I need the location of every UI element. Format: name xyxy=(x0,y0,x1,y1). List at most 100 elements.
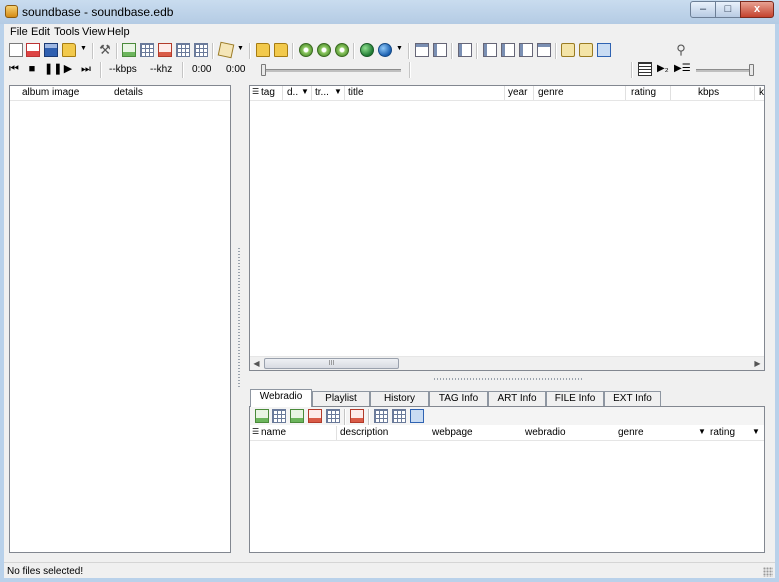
next-icon[interactable]: ⏭ xyxy=(80,62,92,76)
column-khz[interactable]: k xyxy=(759,87,764,98)
open-folder-icon[interactable] xyxy=(274,43,288,57)
column-genre[interactable]: genre xyxy=(618,427,644,438)
key-icon[interactable] xyxy=(561,43,575,57)
panel-icon[interactable] xyxy=(537,43,551,57)
view-toggle-icon[interactable] xyxy=(597,43,611,57)
scroll-left-icon[interactable]: ◀ xyxy=(250,357,263,370)
menu-view[interactable]: View xyxy=(82,26,106,38)
scroll-right-icon[interactable]: ▶ xyxy=(751,357,764,370)
station-play-icon[interactable] xyxy=(410,409,424,423)
folder-icon[interactable] xyxy=(256,43,270,57)
chevron-down-icon[interactable]: ▼ xyxy=(237,45,244,52)
column-rating[interactable]: rating xyxy=(631,87,656,98)
remove-icon[interactable] xyxy=(158,43,172,57)
columns-menu-icon[interactable]: ☰ xyxy=(252,427,259,436)
menu-tools[interactable]: Tools xyxy=(54,26,80,38)
cd-edit-icon[interactable] xyxy=(335,43,349,57)
play-next-icon[interactable]: ▶₂ xyxy=(657,62,671,76)
menu-file[interactable]: File xyxy=(10,26,28,38)
columns-menu-icon[interactable]: ☰ xyxy=(252,87,259,96)
playlist-icon[interactable] xyxy=(638,62,652,76)
panel-icon[interactable] xyxy=(519,43,533,57)
sort-down-icon: ▼ xyxy=(334,87,342,96)
key-edit-icon[interactable] xyxy=(579,43,593,57)
save-icon[interactable] xyxy=(44,43,58,57)
vertical-splitter[interactable] xyxy=(238,248,240,388)
tab-file-info[interactable]: FILE Info xyxy=(546,391,604,406)
grid-edit-icon[interactable] xyxy=(194,43,208,57)
new-database-icon[interactable] xyxy=(9,43,23,57)
pause-icon[interactable]: ❚❚ xyxy=(44,62,62,76)
remove-station-icon[interactable] xyxy=(308,409,322,423)
maximize-button[interactable]: □ xyxy=(715,1,741,18)
station-details-icon[interactable] xyxy=(392,409,406,423)
chevron-down-icon[interactable]: ▼ xyxy=(80,45,87,52)
column-album-image[interactable]: album image xyxy=(22,87,79,98)
open-folder-icon[interactable] xyxy=(62,43,76,57)
close-button[interactable]: x xyxy=(740,1,774,18)
layout-columns-icon[interactable] xyxy=(433,43,447,57)
tab-tag-info[interactable]: TAG Info xyxy=(429,391,488,406)
column-tag[interactable]: tag xyxy=(261,87,275,98)
panel-icon[interactable] xyxy=(501,43,515,57)
column-year[interactable]: year xyxy=(508,87,527,98)
column-disc[interactable]: d.. xyxy=(287,87,298,98)
chevron-down-icon[interactable]: ▼ xyxy=(396,45,403,52)
cd-icon[interactable] xyxy=(299,43,313,57)
panel-icon[interactable] xyxy=(483,43,497,57)
panel-left-icon[interactable] xyxy=(458,43,472,57)
column-track[interactable]: tr... xyxy=(315,87,329,98)
edit-station-icon[interactable] xyxy=(272,409,286,423)
tools-icon[interactable]: ⚒ xyxy=(98,43,112,57)
grid-icon[interactable] xyxy=(176,43,190,57)
tab-ext-info[interactable]: EXT Info xyxy=(604,391,661,406)
horizontal-scrollbar[interactable]: ◀ III ▶ xyxy=(250,356,764,370)
tab-art-info[interactable]: ART Info xyxy=(488,391,546,406)
delete-station-icon[interactable] xyxy=(350,409,364,423)
globe-icon[interactable] xyxy=(360,43,374,57)
menu-edit[interactable]: Edit xyxy=(31,26,50,38)
grid-icon[interactable] xyxy=(326,409,340,423)
import-station-icon[interactable] xyxy=(290,409,304,423)
seek-slider-thumb[interactable] xyxy=(261,64,266,76)
minimize-button[interactable]: – xyxy=(690,1,716,18)
column-kbps[interactable]: kbps xyxy=(698,87,719,98)
column-webpage[interactable]: webpage xyxy=(432,427,473,438)
add-station-icon[interactable] xyxy=(255,409,269,423)
column-details[interactable]: details xyxy=(114,87,143,98)
scrollbar-thumb[interactable]: III xyxy=(264,358,399,369)
resize-grip[interactable] xyxy=(763,567,773,577)
column-rating[interactable]: rating xyxy=(710,427,735,438)
tab-playlist[interactable]: Playlist xyxy=(312,391,370,406)
menu-help[interactable]: Help xyxy=(107,26,130,38)
column-name[interactable]: name xyxy=(261,427,286,438)
stop-icon[interactable]: ■ xyxy=(26,62,38,76)
export-icon[interactable] xyxy=(140,43,154,57)
play-icon[interactable]: ▶ xyxy=(62,62,74,76)
web-icon[interactable] xyxy=(378,43,392,57)
seek-slider[interactable] xyxy=(261,69,401,72)
options-icon[interactable]: ▶☰ xyxy=(674,62,691,76)
new-red-icon[interactable] xyxy=(26,43,40,57)
tab-webradio[interactable]: Webradio xyxy=(250,389,312,407)
tab-history[interactable]: History xyxy=(370,391,429,406)
layout-icon[interactable] xyxy=(415,43,429,57)
column-webradio[interactable]: webradio xyxy=(525,427,566,438)
station-list-icon[interactable] xyxy=(374,409,388,423)
column-genre[interactable]: genre xyxy=(538,87,564,98)
previous-icon[interactable]: ⏮ xyxy=(8,62,20,76)
volume-slider[interactable] xyxy=(696,69,754,72)
edit-tag-icon[interactable] xyxy=(217,41,235,59)
column-title[interactable]: title xyxy=(348,87,364,98)
toolbar-separator xyxy=(408,43,410,59)
search-icon[interactable]: ⚲ xyxy=(674,43,688,57)
main-toolbar: ▼ ⚒ ▼ ▼ ⚲ xyxy=(4,41,775,61)
column-divider xyxy=(533,86,534,100)
add-files-icon[interactable] xyxy=(122,43,136,57)
cd-add-icon[interactable] xyxy=(317,43,331,57)
title-bar[interactable]: soundbase - soundbase.edb – □ x xyxy=(0,0,779,24)
column-description[interactable]: description xyxy=(340,427,388,438)
toolbar-separator xyxy=(409,62,411,78)
volume-slider-thumb[interactable] xyxy=(749,64,754,76)
horizontal-splitter[interactable] xyxy=(434,378,584,380)
